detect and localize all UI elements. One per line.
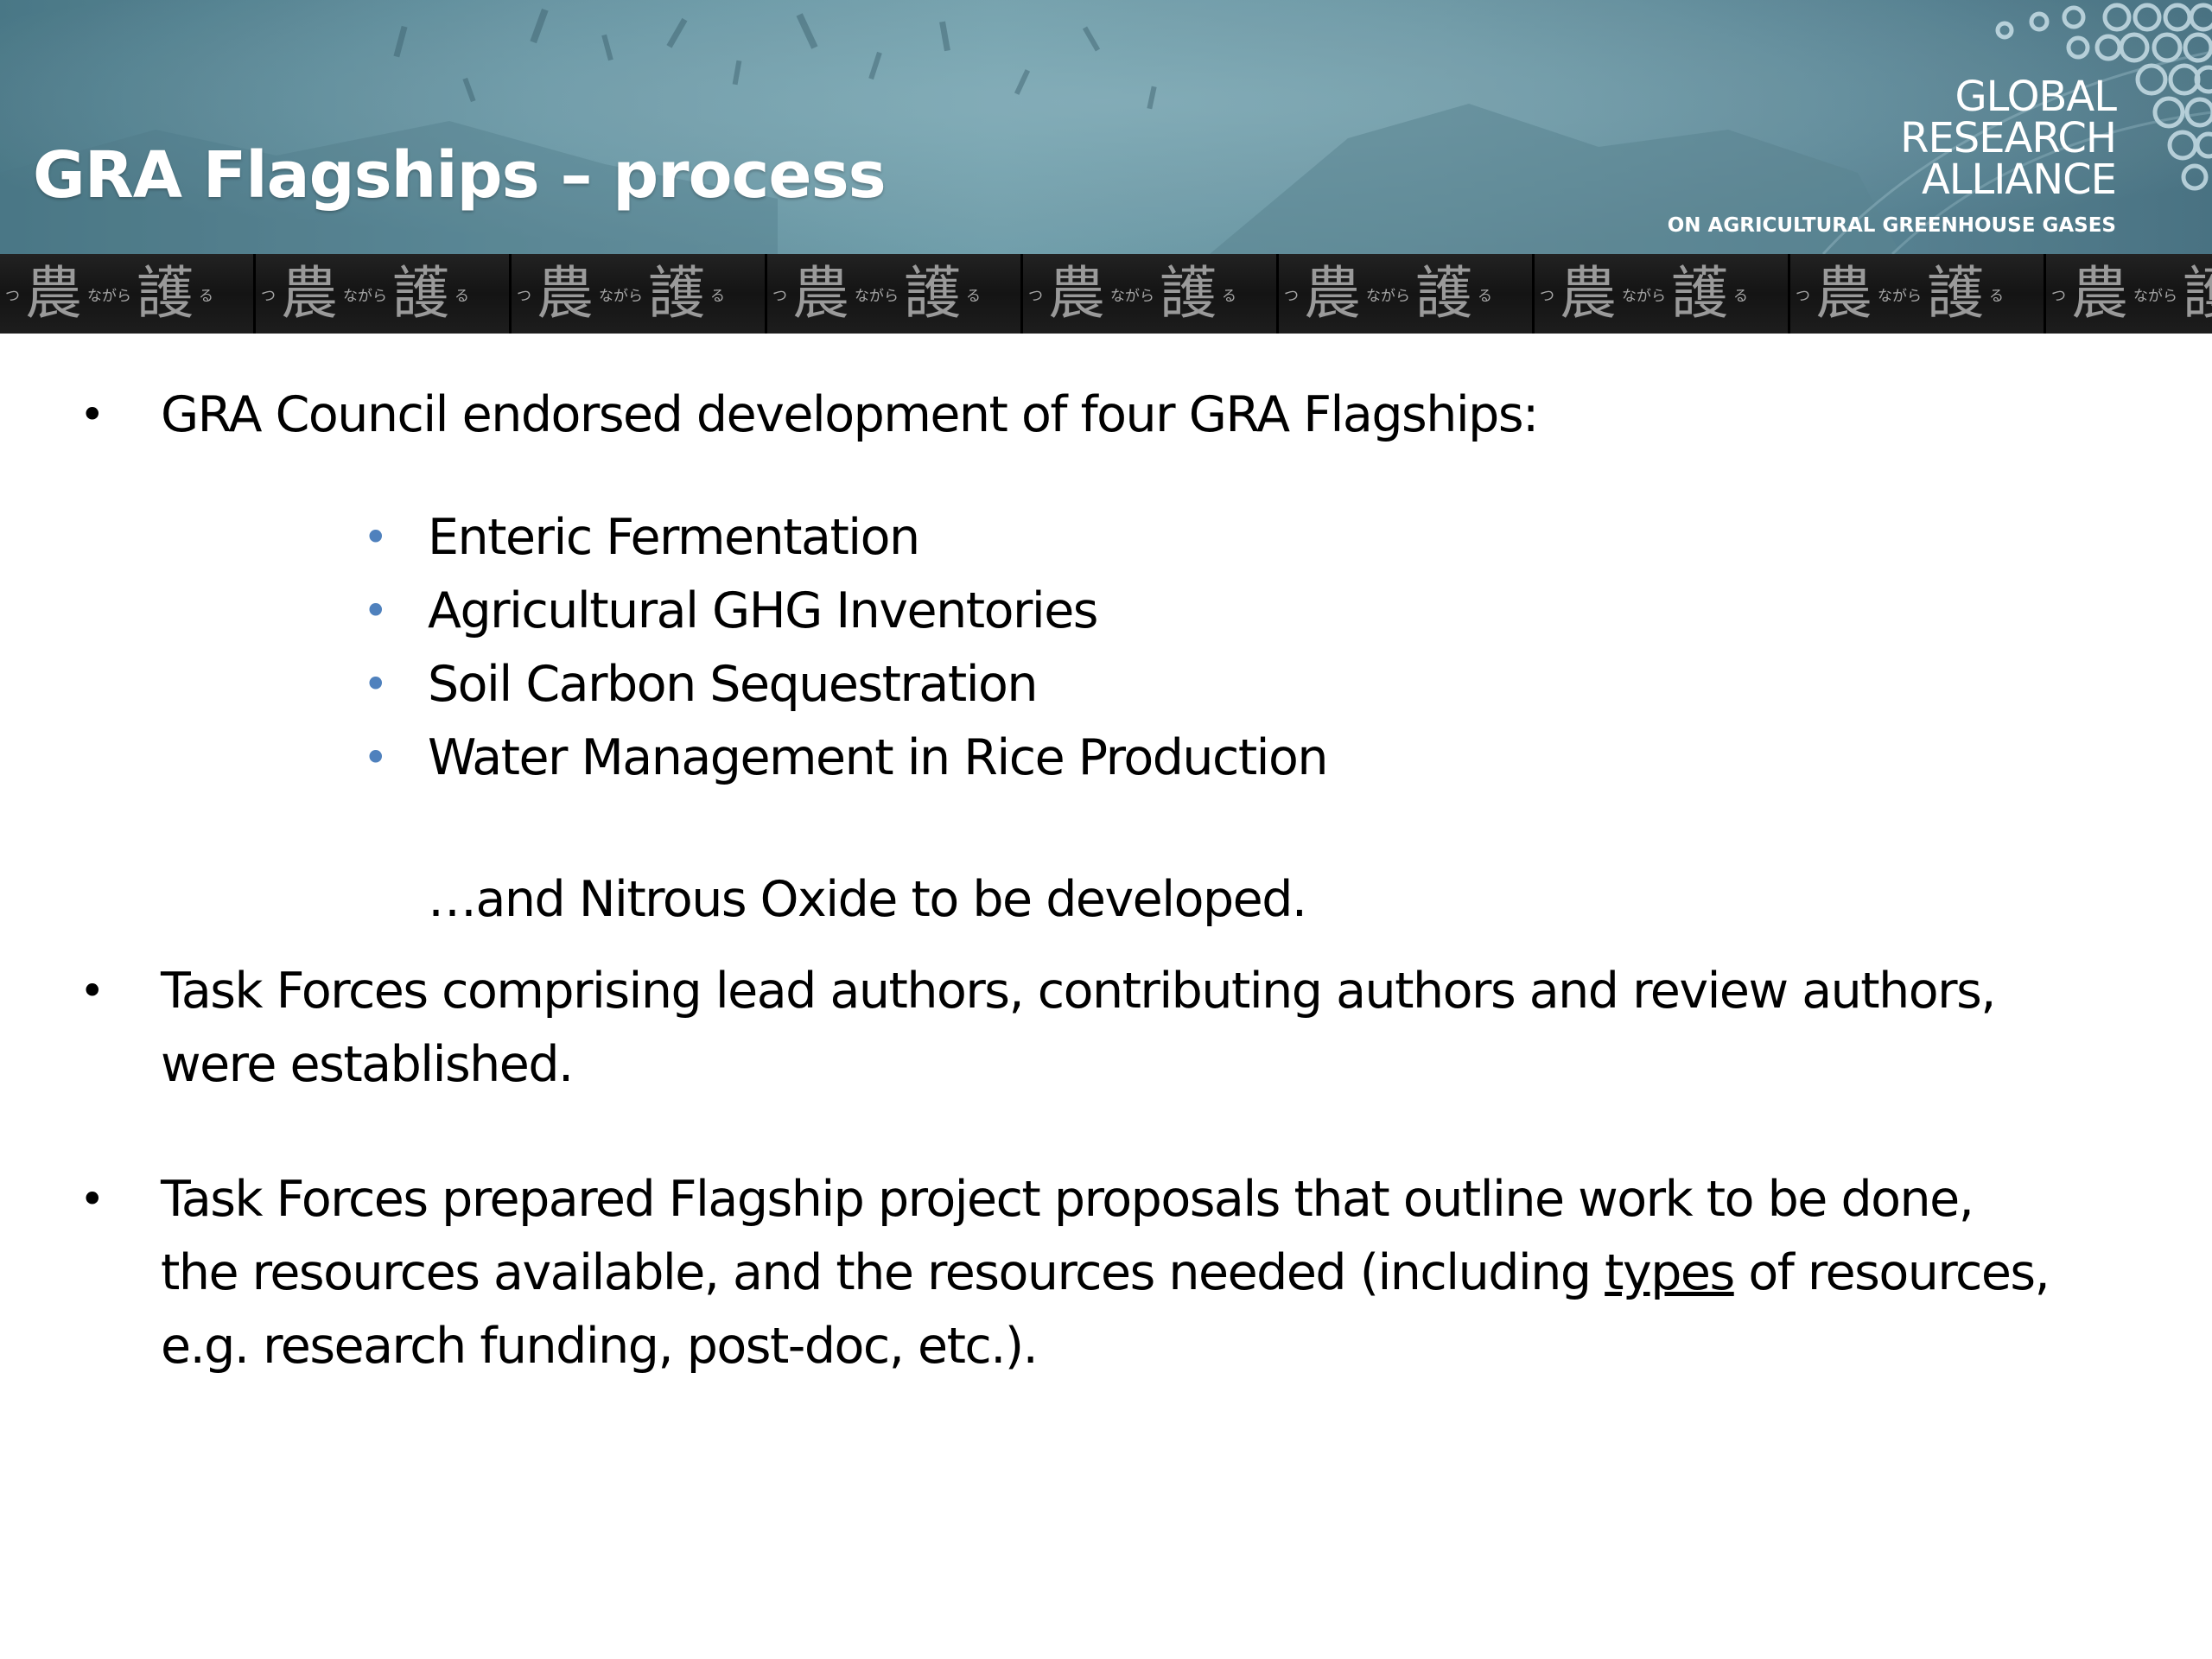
kanji-agriculture: 農 [2071, 260, 2128, 327]
kanji-tile: つ農ながら護る [256, 254, 512, 334]
flagship-label: Soil Carbon Sequestration [428, 656, 1039, 713]
bullet-line-part: of resources, [1733, 1244, 2050, 1301]
kanji-protect: 護 [1160, 260, 1217, 327]
flagship-item: • Agricultural GHG Inventories [363, 575, 1327, 648]
kana-middle: ながら [1110, 287, 1154, 305]
kanji-agriculture: 農 [1560, 260, 1617, 327]
kanji-protect: 護 [2183, 260, 2212, 327]
underlined-word: types [1605, 1244, 1735, 1301]
sub-bullet-marker: • [363, 512, 389, 563]
kanji-tile: つ農ながら護る [1279, 254, 1535, 334]
bullet-line: e.g. research funding, post-doc, etc.). [161, 1318, 1039, 1375]
logo-line-alliance: ALLIANCE [1921, 156, 2117, 204]
bullet-line: Task Forces prepared Flagship project pr… [161, 1171, 1974, 1228]
kanji-protect: 護 [648, 260, 705, 327]
kanji-tile: つ農ながら護る [1790, 254, 2046, 334]
kanji-agriculture: 農 [281, 260, 338, 327]
flagship-label: Water Management in Rice Production [428, 729, 1329, 786]
bullet-line: Task Forces comprising lead authors, con… [161, 963, 1996, 1020]
sub-bullet-marker: • [363, 733, 389, 783]
flagship-item: • Water Management in Rice Production [363, 721, 1329, 795]
kana-middle: ながら [1366, 287, 1410, 305]
sub-bullet-marker: • [363, 586, 389, 636]
kana-end: る [1989, 287, 2004, 305]
gra-logo: GLOBAL RESEARCH ALLIANCE ON AGRICULTURAL… [1667, 73, 2117, 237]
bullet-line: were established. [161, 1036, 574, 1093]
kanji-agriculture: 農 [25, 260, 82, 327]
kana-middle: ながら [87, 287, 131, 305]
flagship-label: Agricultural GHG Inventories [428, 582, 1098, 639]
kana-middle: ながら [599, 287, 643, 305]
kana-start: つ [1284, 287, 1299, 305]
flagship-list: • Enteric Fermentation • Agricultural GH… [363, 501, 1329, 795]
kanji-tile: つ農ながら護る [512, 254, 767, 334]
kanji-tile: つ農ながら護る [0, 254, 256, 334]
flagship-item: • Soil Carbon Sequestration [363, 648, 1327, 721]
kanji-protect: 護 [1415, 260, 1472, 327]
kana-start: つ [261, 287, 276, 305]
kana-end: る [454, 287, 469, 305]
bullet-text: Task Forces comprising lead authors, con… [161, 955, 2183, 1102]
nitrous-oxide-note: …and Nitrous Oxide to be developed. [428, 871, 1307, 928]
kana-middle: ながら [2133, 287, 2177, 305]
kana-middle: ながら [1622, 287, 1666, 305]
kanji-protect: 護 [1671, 260, 1728, 327]
logo-subtitle: ON AGRICULTURAL GREENHOUSE GASES [1667, 214, 2116, 237]
kana-start: つ [517, 287, 531, 305]
bullet-marker: • [79, 390, 105, 440]
kanji-agriculture: 農 [1304, 260, 1361, 327]
kanji-agriculture: 農 [792, 260, 849, 327]
flagship-label: Enteric Fermentation [428, 509, 920, 566]
bullet-marker: • [79, 966, 105, 1016]
bullet-text: GRA Council endorsed development of four… [161, 386, 1539, 443]
flagship-item: • Enteric Fermentation [363, 501, 1327, 575]
kanji-agriculture: 農 [1048, 260, 1105, 327]
kanji-strip: つ農ながら護るつ農ながら護るつ農ながら護るつ農ながら護るつ農ながら護るつ農ながら… [0, 254, 2212, 334]
header-banner: GRA Flagships – process GLOBAL RESEARCH … [0, 0, 2212, 254]
kanji-protect: 護 [904, 260, 961, 327]
slide: GRA Flagships – process GLOBAL RESEARCH … [0, 0, 2212, 1659]
kanji-protect: 護 [392, 260, 449, 327]
kanji-tile: つ農ながら護る [1023, 254, 1279, 334]
kanji-protect: 護 [137, 260, 194, 327]
kana-middle: ながら [855, 287, 899, 305]
kana-end: る [1733, 287, 1748, 305]
logo-line-research: RESEARCH [1900, 114, 2117, 162]
slide-title: GRA Flagships – process [33, 138, 887, 213]
kana-end: る [966, 287, 981, 305]
kana-start: つ [2051, 287, 2066, 305]
kanji-tile: つ農ながら護る [1535, 254, 1790, 334]
bullet-line-part: the resources available, and the resourc… [161, 1244, 1605, 1301]
sub-bullet-marker: • [363, 659, 389, 709]
kana-start: つ [5, 287, 20, 305]
kana-start: つ [1540, 287, 1554, 305]
kana-start: つ [1796, 287, 1810, 305]
bullet-text: Task Forces prepared Flagship project pr… [161, 1163, 2183, 1383]
kana-start: つ [772, 287, 787, 305]
kana-start: つ [1028, 287, 1043, 305]
kana-end: る [710, 287, 725, 305]
logo-line-global: GLOBAL [1955, 73, 2117, 121]
kana-middle: ながら [343, 287, 387, 305]
kanji-tile: つ農ながら護る [2046, 254, 2212, 334]
kana-end: る [199, 287, 213, 305]
kanji-agriculture: 農 [537, 260, 594, 327]
kanji-agriculture: 農 [1815, 260, 1872, 327]
bullet-marker: • [79, 1174, 105, 1224]
kanji-protect: 護 [1927, 260, 1984, 327]
kana-end: る [1478, 287, 1492, 305]
kana-end: る [1222, 287, 1236, 305]
kana-middle: ながら [1878, 287, 1922, 305]
kanji-tile: つ農ながら護る [767, 254, 1023, 334]
